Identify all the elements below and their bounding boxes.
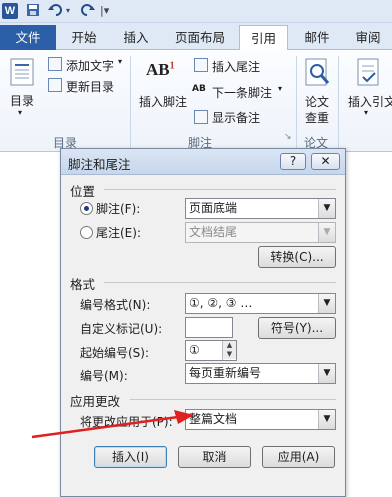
chevron-down-icon[interactable]: ▼ <box>318 199 335 218</box>
word-logo-icon: W <box>2 3 18 19</box>
start-at-label: 起始编号(S): <box>80 346 150 360</box>
position-section-title: 位置 <box>70 184 96 199</box>
save-icon[interactable] <box>26 3 40 19</box>
tab-mailings[interactable]: 邮件 <box>296 25 338 50</box>
tab-review[interactable]: 审阅 <box>346 25 390 50</box>
next-footnote-dropdown-icon[interactable]: ▾ <box>278 84 282 93</box>
close-button[interactable]: ✕ <box>311 153 340 170</box>
redo-icon[interactable] <box>80 3 96 19</box>
insert-footnote-icon: AB1 <box>146 60 175 80</box>
start-at-value: ① <box>189 343 200 357</box>
next-footnote-button[interactable]: 下一条脚注 <box>212 84 272 101</box>
insert-endnote-button[interactable]: 插入尾注 <box>212 58 260 75</box>
insert-button[interactable]: 插入(I) <box>94 446 167 468</box>
chevron-down-icon[interactable]: ▼ <box>318 294 335 313</box>
show-notes-icon <box>194 110 208 124</box>
undo-icon[interactable] <box>48 3 66 19</box>
tab-references[interactable]: 引用 <box>239 25 288 51</box>
custom-mark-input[interactable] <box>185 317 233 338</box>
footnote-location-value: 页面底端 <box>189 201 238 215</box>
cancel-button[interactable]: 取消 <box>178 446 251 468</box>
symbol-button[interactable]: 符号(Y)... <box>258 317 336 339</box>
quick-access-toolbar: W ▾ |▾ <box>0 0 392 23</box>
insert-citation-icon <box>356 58 382 91</box>
undo-dropdown-icon[interactable]: ▾ <box>66 3 70 19</box>
endnote-label[interactable]: 尾注(E): <box>96 224 141 241</box>
number-format-select[interactable]: ①, ②, ③ … ▼ <box>185 293 336 314</box>
format-section-title: 格式 <box>70 277 96 292</box>
annotation-arrow-icon <box>31 410 194 439</box>
convert-button[interactable]: 转换(C)... <box>258 246 336 268</box>
chevron-down-icon[interactable]: ▼ <box>318 364 335 383</box>
tab-home[interactable]: 开始 <box>62 25 106 50</box>
numbering-value: 每页重新编号 <box>189 366 262 380</box>
add-text-icon <box>48 57 62 71</box>
spin-down-icon[interactable]: ▼ <box>223 350 236 359</box>
ab-superscript: 1 <box>169 60 175 72</box>
group-divider <box>130 56 131 148</box>
citation-dropdown-icon[interactable]: ▾ <box>364 108 368 117</box>
customize-toolbar-icon[interactable]: |▾ <box>100 3 109 19</box>
start-at-spinner[interactable]: ① ▲ ▼ <box>185 340 237 361</box>
add-text-button[interactable]: 添加文字 <box>66 57 114 74</box>
paper-check-label-1[interactable]: 论文 <box>305 93 329 110</box>
number-format-label: 编号格式(N): <box>80 298 151 312</box>
numbering-label: 编号(M): <box>80 369 128 383</box>
update-toc-icon <box>48 78 62 92</box>
paper-check-label-2[interactable]: 查重 <box>305 109 329 126</box>
section-divider <box>130 399 336 400</box>
footnote-label[interactable]: 脚注(F): <box>96 200 140 217</box>
chevron-down-icon: ▼ <box>318 223 335 242</box>
footnote-radio[interactable] <box>80 202 93 215</box>
group-divider <box>338 56 339 148</box>
numbering-select[interactable]: 每页重新编号 ▼ <box>185 363 336 384</box>
tab-insert[interactable]: 插入 <box>114 25 158 50</box>
section-divider <box>104 189 336 190</box>
update-toc-button[interactable]: 更新目录 <box>66 78 114 95</box>
endnote-location-select: 文档结尾 ▼ <box>185 222 336 243</box>
insert-citation-button[interactable]: 插入引文 <box>348 93 392 110</box>
tab-file[interactable]: 文件 <box>0 25 56 50</box>
endnote-location-value: 文档结尾 <box>189 225 238 239</box>
dialog-launcher-icon[interactable]: ↘ <box>284 132 292 142</box>
paper-check-icon <box>304 58 332 91</box>
insert-endnote-icon <box>194 58 208 72</box>
toc-icon <box>10 58 34 89</box>
chevron-down-icon[interactable]: ▼ <box>318 410 335 429</box>
endnote-radio[interactable] <box>80 226 93 239</box>
next-footnote-icon: AB <box>192 84 206 94</box>
dialog-title: 脚注和尾注 <box>68 157 131 172</box>
group-divider <box>296 56 297 148</box>
ab-glyph: AB <box>146 60 170 79</box>
spin-up-icon[interactable]: ▲ <box>223 341 236 350</box>
number-format-value: ①, ②, ③ … <box>189 296 253 310</box>
add-text-dropdown-icon[interactable]: ▾ <box>118 57 122 66</box>
toc-dropdown-icon[interactable]: ▾ <box>18 108 22 117</box>
footnote-location-select[interactable]: 页面底端 ▼ <box>185 198 336 219</box>
section-divider <box>104 282 336 283</box>
show-notes-button[interactable]: 显示备注 <box>212 109 260 126</box>
toc-button[interactable]: 目录 <box>10 92 34 109</box>
insert-footnote-button[interactable]: 插入脚注 <box>139 93 187 110</box>
apply-button[interactable]: 应用(A) <box>262 446 335 468</box>
apply-to-select[interactable]: 整篇文档 ▼ <box>185 409 336 430</box>
word-window: W ▾ |▾ 文件 开始 插入 页面布局 引用 邮件 审阅 目录 ▾ 添加文字 … <box>0 0 392 497</box>
spinner-buttons: ▲ ▼ <box>222 341 236 360</box>
help-button[interactable]: ? <box>280 153 306 170</box>
custom-mark-label: 自定义标记(U): <box>80 322 163 336</box>
tab-page-layout[interactable]: 页面布局 <box>168 25 232 50</box>
